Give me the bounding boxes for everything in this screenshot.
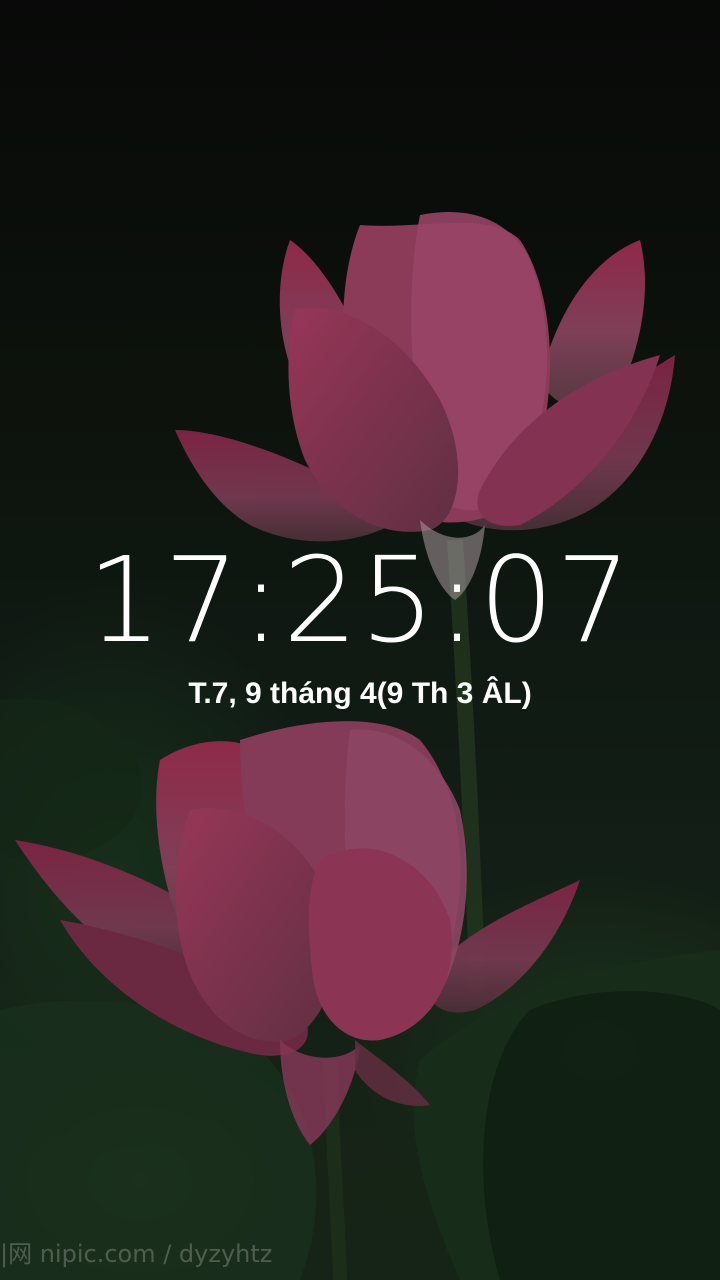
wallpaper-watermark: |网 nipic.com / dyzyhtz bbox=[0, 1240, 273, 1268]
clock-date: T.7, 9 tháng 4(9 Th 3 ÂL) bbox=[188, 677, 532, 710]
lockscreen-clock: 17:25:07 T.7, 9 tháng 4(9 Th 3 ÂL) bbox=[0, 530, 720, 714]
clock-time: 17:25:07 bbox=[87, 531, 633, 669]
lock-screen[interactable]: 17:25:07 T.7, 9 tháng 4(9 Th 3 ÂL) |网 ni… bbox=[0, 0, 720, 1280]
